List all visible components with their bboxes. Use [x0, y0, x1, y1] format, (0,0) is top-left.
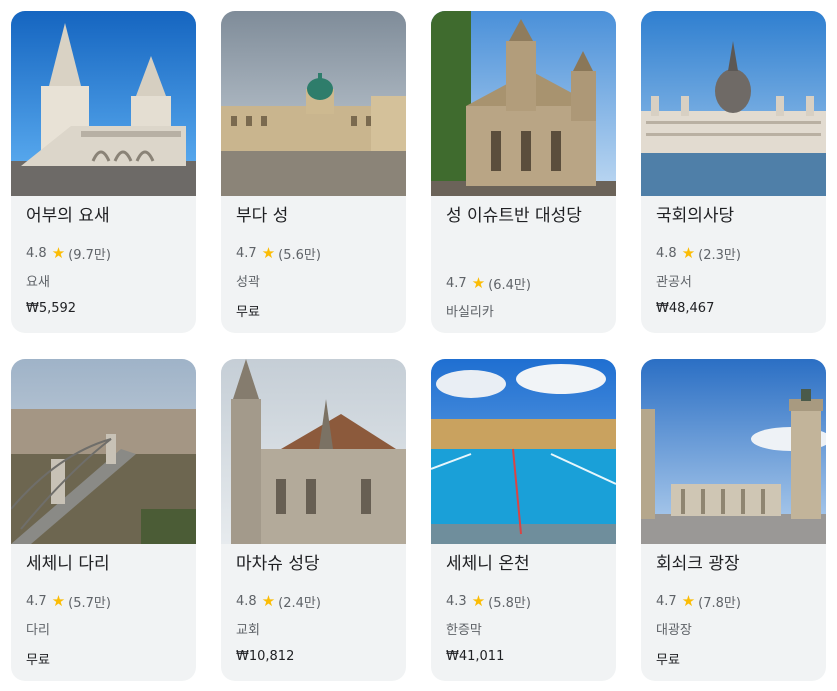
attraction-price: ₩41,011	[446, 649, 505, 664]
attraction-price: 무료	[26, 653, 50, 668]
attraction-photo	[221, 11, 406, 196]
attraction-category: 다리	[26, 623, 50, 638]
attractions-grid: 어부의 요새 4.8 ★ (9.7만) 요새 ₩5,592 부다 성 4.7 ★…	[11, 11, 826, 681]
rating-value: 4.8	[656, 246, 677, 261]
star-icon: ★	[261, 592, 276, 610]
attraction-card-fishermans-bastion[interactable]: 어부의 요새 4.8 ★ (9.7만) 요새 ₩5,592	[11, 11, 196, 333]
attraction-photo	[641, 359, 826, 544]
attraction-photo	[641, 11, 826, 196]
attraction-category: 대광장	[656, 623, 692, 638]
review-count: (7.8만)	[698, 596, 741, 611]
attraction-title: 부다 성	[236, 206, 289, 226]
attraction-title: 성 이슈트반 대성당	[446, 206, 582, 226]
rating-value: 4.7	[236, 246, 257, 261]
rating-value: 4.7	[656, 594, 677, 609]
rating-row: 4.7 ★ (5.7만)	[26, 592, 111, 612]
rating-row: 4.7 ★ (6.4만)	[446, 274, 531, 294]
rating-value: 4.8	[236, 594, 257, 609]
attraction-photo	[431, 11, 616, 196]
attraction-category: 한증막	[446, 623, 482, 638]
attraction-title: 세체니 다리	[26, 554, 110, 574]
rating-value: 4.7	[26, 594, 47, 609]
rating-row: 4.7 ★ (5.6만)	[236, 244, 321, 264]
attraction-photo	[221, 359, 406, 544]
star-icon: ★	[51, 244, 66, 262]
attraction-category: 관공서	[656, 275, 692, 290]
attraction-card-st-stephens-basilica[interactable]: 성 이슈트반 대성당 4.7 ★ (6.4만) 바실리카	[431, 11, 616, 333]
attraction-category: 바실리카	[446, 305, 494, 320]
star-icon: ★	[471, 274, 486, 292]
attraction-category: 교회	[236, 623, 260, 638]
star-icon: ★	[261, 244, 276, 262]
attraction-category: 성곽	[236, 275, 260, 290]
rating-value: 4.7	[446, 276, 467, 291]
attraction-photo	[11, 359, 196, 544]
star-icon: ★	[471, 592, 486, 610]
attraction-card-matthias-church[interactable]: 마차슈 성당 4.8 ★ (2.4만) 교회 ₩10,812	[221, 359, 406, 681]
attraction-card-szechenyi-bath[interactable]: 세체니 온천 4.3 ★ (5.8만) 한증막 ₩41,011	[431, 359, 616, 681]
attraction-price: ₩48,467	[656, 301, 715, 316]
attraction-card-parliament[interactable]: 국회의사당 4.8 ★ (2.3만) 관공서 ₩48,467	[641, 11, 826, 333]
rating-row: 4.3 ★ (5.8만)	[446, 592, 531, 612]
rating-row: 4.8 ★ (9.7만)	[26, 244, 111, 264]
attraction-title: 회쇠크 광장	[656, 554, 740, 574]
review-count: (5.6만)	[278, 248, 321, 263]
star-icon: ★	[51, 592, 66, 610]
rating-row: 4.8 ★ (2.3만)	[656, 244, 741, 264]
rating-row: 4.7 ★ (7.8만)	[656, 592, 741, 612]
attraction-card-chain-bridge[interactable]: 세체니 다리 4.7 ★ (5.7만) 다리 무료	[11, 359, 196, 681]
rating-value: 4.8	[26, 246, 47, 261]
attraction-price: ₩10,812	[236, 649, 295, 664]
attraction-photo	[11, 11, 196, 196]
attraction-card-buda-castle[interactable]: 부다 성 4.7 ★ (5.6만) 성곽 무료	[221, 11, 406, 333]
attraction-title: 어부의 요새	[26, 206, 110, 226]
star-icon: ★	[681, 244, 696, 262]
review-count: (2.4만)	[278, 596, 321, 611]
attraction-price: 무료	[236, 305, 260, 320]
review-count: (6.4만)	[488, 278, 531, 293]
attraction-price: ₩5,592	[26, 301, 77, 316]
attraction-title: 마차슈 성당	[236, 554, 320, 574]
review-count: (2.3만)	[698, 248, 741, 263]
attraction-title: 세체니 온천	[446, 554, 530, 574]
review-count: (5.7만)	[68, 596, 111, 611]
rating-value: 4.3	[446, 594, 467, 609]
star-icon: ★	[681, 592, 696, 610]
rating-row: 4.8 ★ (2.4만)	[236, 592, 321, 612]
attraction-photo	[431, 359, 616, 544]
review-count: (5.8만)	[488, 596, 531, 611]
attraction-title: 국회의사당	[656, 206, 735, 226]
attraction-category: 요새	[26, 275, 50, 290]
attraction-card-heroes-square[interactable]: 회쇠크 광장 4.7 ★ (7.8만) 대광장 무료	[641, 359, 826, 681]
attraction-price: 무료	[656, 653, 680, 668]
review-count: (9.7만)	[68, 248, 111, 263]
